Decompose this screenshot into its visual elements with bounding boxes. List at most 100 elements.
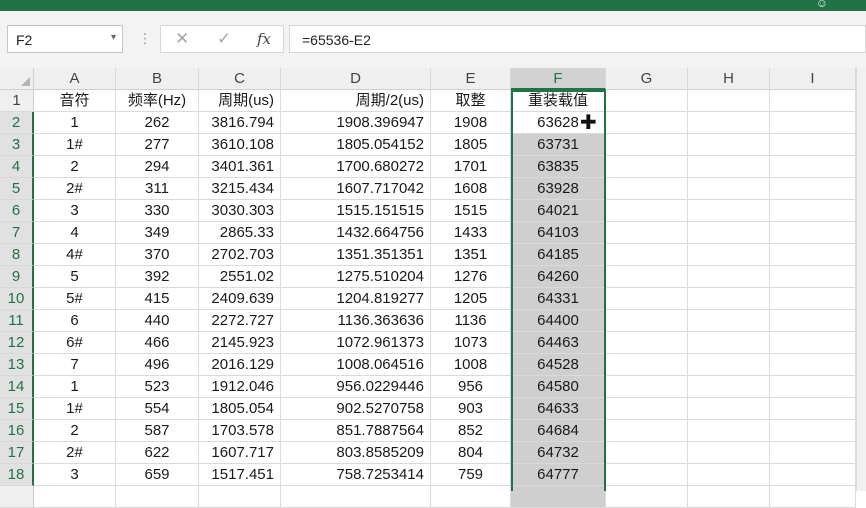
cell-b[interactable]: 466 (116, 332, 199, 354)
cell-c[interactable] (199, 486, 281, 508)
insert-function-icon[interactable]: fx (257, 30, 271, 48)
row-header[interactable]: 15 (0, 398, 34, 420)
cell-i[interactable] (770, 310, 856, 332)
cell-d[interactable]: 902.5270758 (281, 398, 431, 420)
row-header[interactable]: 6 (0, 200, 34, 222)
cell-g[interactable] (606, 156, 688, 178)
cell-a[interactable]: 2 (34, 156, 116, 178)
cell-h[interactable] (688, 266, 770, 288)
cell-d[interactable]: 1700.680272 (281, 156, 431, 178)
cell-f[interactable]: 64331 (511, 288, 606, 310)
cell-i[interactable] (770, 200, 856, 222)
cell-h[interactable] (688, 310, 770, 332)
cell-e[interactable]: 1433 (431, 222, 511, 244)
formula-input[interactable]: =65536-E2 (289, 25, 866, 53)
row-header[interactable]: 5 (0, 178, 34, 200)
cell-a[interactable]: 6# (34, 332, 116, 354)
row-header[interactable]: 14 (0, 376, 34, 398)
cell-d[interactable]: 1275.510204 (281, 266, 431, 288)
cell-i[interactable] (770, 266, 856, 288)
account-icon[interactable]: ☺ (816, 0, 828, 10)
cell-b[interactable]: 496 (116, 354, 199, 376)
cell-d[interactable]: 1432.664756 (281, 222, 431, 244)
cell-d[interactable]: 851.7887564 (281, 420, 431, 442)
cell-c[interactable]: 3610.108 (199, 134, 281, 156)
cell-a[interactable]: 4# (34, 244, 116, 266)
cell-c[interactable]: 1517.451 (199, 464, 281, 486)
cell-g[interactable] (606, 464, 688, 486)
cell-a[interactable]: 2# (34, 178, 116, 200)
cell-a[interactable]: 3 (34, 464, 116, 486)
chevron-down-icon[interactable]: ▾ (111, 32, 116, 43)
cell-b[interactable]: 587 (116, 420, 199, 442)
cell-a[interactable]: 6 (34, 310, 116, 332)
cell-e[interactable]: 1908 (431, 112, 511, 134)
column-header-a[interactable]: A (34, 68, 116, 90)
cancel-icon[interactable]: ✕ (175, 29, 189, 49)
cell-g[interactable] (606, 486, 688, 508)
cell-a[interactable]: 4 (34, 222, 116, 244)
cell-f[interactable]: 64732 (511, 442, 606, 464)
cell-f[interactable]: 63835 (511, 156, 606, 178)
cell-e[interactable]: 759 (431, 464, 511, 486)
cell-h[interactable] (688, 376, 770, 398)
cell-e[interactable]: 1276 (431, 266, 511, 288)
row-header[interactable]: 1 (0, 90, 34, 112)
cell-e[interactable]: 1608 (431, 178, 511, 200)
cell-b[interactable]: 277 (116, 134, 199, 156)
cell-g[interactable] (606, 178, 688, 200)
column-header-c[interactable]: C (199, 68, 281, 90)
cell-b[interactable]: 311 (116, 178, 199, 200)
cell-d[interactable]: 1351.351351 (281, 244, 431, 266)
cell-e[interactable]: 1136 (431, 310, 511, 332)
cell-g[interactable] (606, 266, 688, 288)
cell-b[interactable]: 262 (116, 112, 199, 134)
cell-i[interactable] (770, 398, 856, 420)
cell-i[interactable] (770, 90, 856, 112)
cell-b[interactable]: 392 (116, 266, 199, 288)
cell-f[interactable] (511, 486, 606, 508)
row-header[interactable]: 16 (0, 420, 34, 442)
cell-i[interactable] (770, 354, 856, 376)
cell-h[interactable] (688, 288, 770, 310)
cell-f[interactable]: 64528 (511, 354, 606, 376)
cell-g[interactable] (606, 442, 688, 464)
cell-g[interactable] (606, 376, 688, 398)
cell-e[interactable]: 1515 (431, 200, 511, 222)
cell-e[interactable]: 1805 (431, 134, 511, 156)
row-header[interactable]: 10 (0, 288, 34, 310)
cell-f[interactable]: 64463 (511, 332, 606, 354)
cell-f[interactable]: 64684 (511, 420, 606, 442)
cell-b[interactable]: 370 (116, 244, 199, 266)
cell-c[interactable]: 2016.129 (199, 354, 281, 376)
cell-h[interactable] (688, 398, 770, 420)
column-header-b[interactable]: B (116, 68, 199, 90)
cell-c[interactable]: 1703.578 (199, 420, 281, 442)
cell-d[interactable]: 956.0229446 (281, 376, 431, 398)
cell-e[interactable]: 804 (431, 442, 511, 464)
cell-e[interactable]: 1701 (431, 156, 511, 178)
row-header[interactable]: 17 (0, 442, 34, 464)
cell-d[interactable]: 1515.151515 (281, 200, 431, 222)
cell-a[interactable]: 音符 (34, 90, 116, 112)
cell-f[interactable]: 64400 (511, 310, 606, 332)
cell-i[interactable] (770, 244, 856, 266)
row-header[interactable]: 8 (0, 244, 34, 266)
row-header[interactable]: 11 (0, 310, 34, 332)
cell-i[interactable] (770, 332, 856, 354)
cell-i[interactable] (770, 442, 856, 464)
cell-d[interactable] (281, 486, 431, 508)
cell-d[interactable]: 803.8585209 (281, 442, 431, 464)
cell-a[interactable]: 5 (34, 266, 116, 288)
cell-a[interactable]: 1 (34, 112, 116, 134)
cell-i[interactable] (770, 178, 856, 200)
row-header[interactable]: 18 (0, 464, 34, 486)
cell-d[interactable]: 1072.961373 (281, 332, 431, 354)
cell-d[interactable]: 周期/2(us) (281, 90, 431, 112)
cell-f[interactable]: 重装载值 (511, 90, 606, 112)
cell-h[interactable] (688, 156, 770, 178)
cell-c[interactable]: 3816.794 (199, 112, 281, 134)
cell-c[interactable]: 2702.703 (199, 244, 281, 266)
cell-e[interactable]: 852 (431, 420, 511, 442)
cell-i[interactable] (770, 486, 856, 508)
